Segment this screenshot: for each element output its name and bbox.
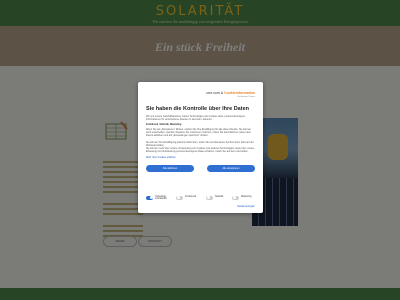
switch-statistics[interactable] [206,195,213,200]
consent-more-text: Sie können mehr über unsere Verwendung v… [146,147,255,154]
decline-all-button[interactable]: Alle ablehnen [146,165,194,172]
toggle-label-necessary: Unbedingt erforderlich [155,194,167,201]
cookies-info-link[interactable]: Mehr über Cookies erfahren [146,156,256,159]
consent-brand: one.com & CookieInformation [206,91,255,95]
toggle-marketing[interactable]: Marketing [232,194,258,202]
toggle-necessary[interactable]: Unbedingt erforderlich [146,194,172,202]
switch-functional[interactable] [176,195,183,200]
brand-onecom: one.com [206,91,220,95]
cookie-consent-dialog: one.com & CookieInformation Zertifiziert… [138,82,263,213]
consent-purposes: Funktional, Statistik, Marketing [146,123,182,126]
consent-title: Sie haben die Kontrolle über Ihre Daten [146,106,249,112]
toggle-statistics[interactable]: Statistik [206,194,230,202]
show-details-link[interactable]: Details anzeigen [237,205,255,208]
toggle-functional[interactable]: Funktional [176,194,202,202]
toggle-label-functional: Funktional [185,194,197,198]
consent-intro: Wir und unsere Geschäftspartner nutzen T… [146,115,245,122]
toggle-label-marketing: Marketing [241,194,252,198]
consent-toggles: Unbedingt erforderlich Funktional Statis… [146,194,258,202]
consent-accept-text: Wenn Sie auf „Akzeptieren“ klicken, erte… [146,128,251,138]
toggle-label-statistics: Statistik [215,194,224,198]
brand-subtitle: Zertifizierter Partner [237,95,255,98]
brand-cookieinformation: CookieInformation [224,91,255,95]
switch-marketing[interactable] [232,195,239,200]
brand-separator: & [220,91,224,95]
consent-revoke-text: Sie können Ihre Einwilligung jederzeit w… [146,140,254,147]
accept-all-button[interactable]: Alle akzeptieren [207,165,255,172]
switch-necessary[interactable] [146,195,153,200]
